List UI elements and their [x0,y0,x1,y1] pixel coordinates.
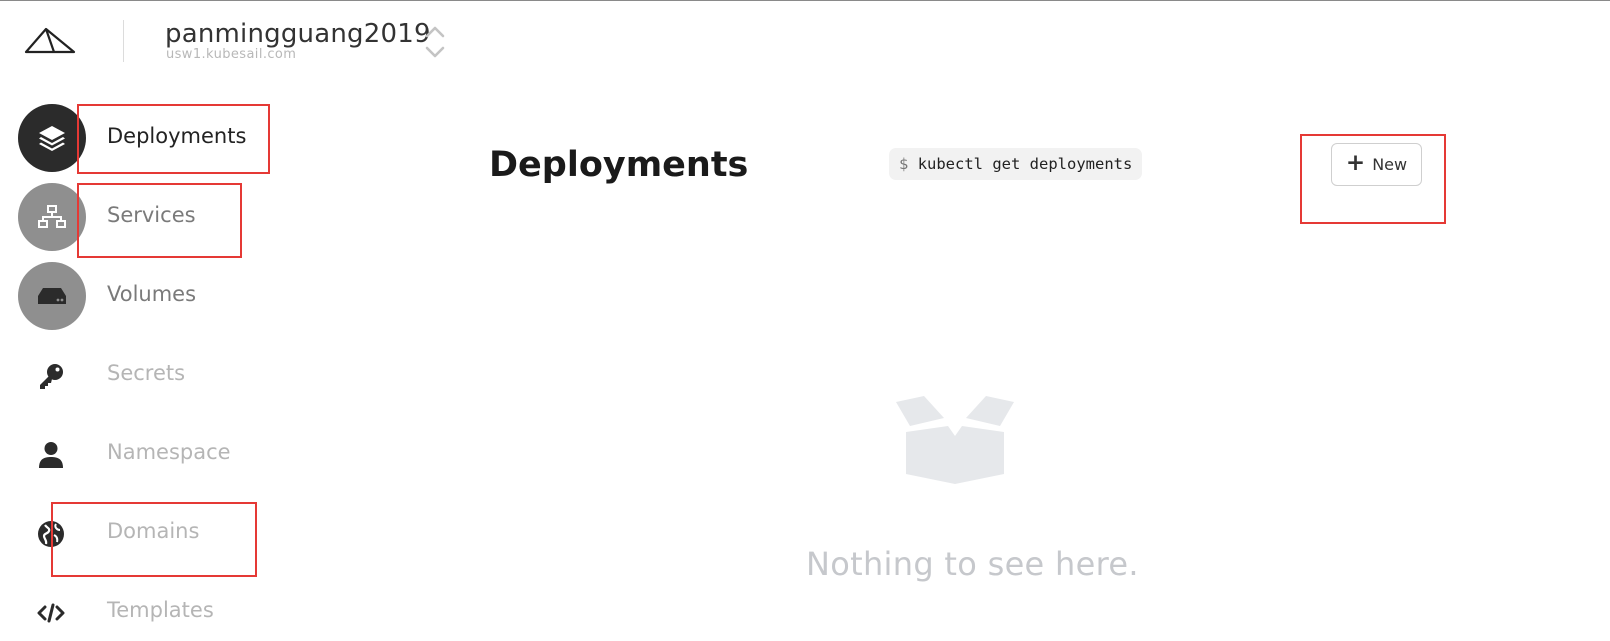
code-icon [36,598,66,628]
cluster-switch-chevrons-icon[interactable] [424,24,446,60]
header-divider [123,20,124,62]
kubectl-command-chip: $ kubectl get deployments [889,148,1143,180]
sidebar-item-label: Templates [107,598,214,622]
network-icon [18,183,86,251]
key-icon [36,361,66,391]
sidebar-item-templates[interactable]: Templates [0,576,300,641]
sidebar-item-label: Namespace [107,440,231,464]
annotation-box-new-button [1300,134,1446,224]
sidebar-item-label: Secrets [107,361,186,385]
hard-drive-icon [18,262,86,330]
annotation-box-domains [51,502,257,577]
cluster-host: usw1.kubesail.com [166,47,297,62]
command-prompt: $ [899,155,909,173]
kubesail-logo-icon[interactable] [24,26,76,56]
empty-state-message: Nothing to see here. [806,545,1139,583]
sidebar-item-label: Volumes [107,282,197,306]
cluster-name[interactable]: panmingguang2019 [165,19,431,49]
annotation-box-deployments [77,104,270,174]
annotation-box-services [77,183,242,258]
sidebar-item-secrets[interactable]: Secrets [0,339,300,409]
empty-box-icon [896,396,1014,484]
top-border [0,0,1610,1]
sidebar-item-volumes[interactable]: Volumes [0,260,300,330]
user-icon [36,440,66,470]
command-text: kubectl get deployments [917,155,1133,173]
page-title: Deployments [489,145,749,185]
sidebar-item-namespace[interactable]: Namespace [0,418,300,488]
layers-icon [18,104,86,172]
